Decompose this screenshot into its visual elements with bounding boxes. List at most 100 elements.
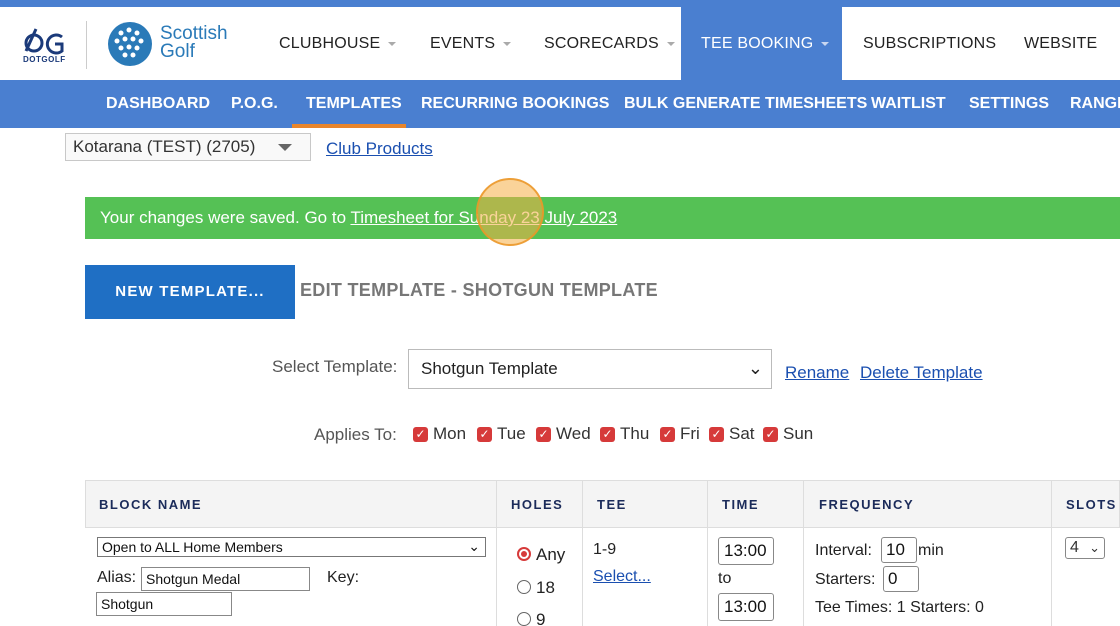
blocks-table: BLOCK NAME HOLES TEE TIME FREQUENCY SLOT…: [85, 480, 1120, 626]
holes-radio-any[interactable]: Any: [517, 545, 565, 565]
sub-navigation: DASHBOARD P.O.G. TEMPLATES RECURRING BOO…: [0, 80, 1120, 128]
new-template-button[interactable]: NEW TEMPLATE...: [85, 265, 295, 319]
key-label: Key:: [327, 569, 360, 586]
subnav-dashboard[interactable]: DASHBOARD: [106, 80, 210, 128]
subnav-settings[interactable]: SETTINGS: [969, 80, 1049, 128]
radio-label: 9: [536, 610, 546, 626]
day-label: Thu: [620, 424, 650, 443]
nav-label: SCORECARDS: [544, 35, 659, 52]
top-accent-strip: [0, 0, 1120, 7]
rename-link[interactable]: Rename: [785, 363, 849, 383]
interval-unit: min: [918, 542, 944, 559]
page-title: EDIT TEMPLATE - SHOTGUN TEMPLATE: [300, 280, 658, 300]
checkmark-icon: ✓: [536, 427, 551, 442]
column-divider: [1051, 480, 1052, 626]
template-select-value: Shotgun Template: [421, 359, 558, 378]
day-checkbox-mon[interactable]: ✓ Mon: [413, 424, 466, 444]
header-slots: SLOTS: [1066, 497, 1117, 512]
checkmark-icon: ✓: [600, 427, 615, 442]
day-checkbox-fri[interactable]: ✓ Fri: [660, 424, 700, 444]
chevron-down-icon: [278, 144, 292, 151]
column-divider: [707, 480, 708, 626]
header-holes: HOLES: [511, 497, 564, 512]
time-from-input[interactable]: 13:00: [718, 537, 774, 565]
day-label: Mon: [433, 424, 467, 443]
tee-select-link[interactable]: Select...: [593, 568, 651, 586]
starters-input[interactable]: 0: [883, 566, 919, 592]
delete-template-link[interactable]: Delete Template: [860, 363, 983, 383]
slots-select[interactable]: 4 ⌄: [1065, 537, 1105, 559]
subnav-templates[interactable]: TEMPLATES: [306, 80, 402, 128]
block-name-select[interactable]: Open to ALL Home Members ⌄: [97, 537, 486, 557]
day-label: Tue: [497, 424, 526, 443]
subnav-bulk-generate-timesheets[interactable]: BULK GENERATE TIMESHEETS: [624, 80, 867, 128]
club-select[interactable]: Kotarana (TEST) (2705): [65, 133, 311, 161]
header-block-name: BLOCK NAME: [99, 497, 203, 512]
day-label: Sun: [783, 424, 814, 443]
success-alert: Your changes were saved. Go to Timesheet…: [85, 197, 1120, 239]
day-checkbox-sat[interactable]: ✓ Sat: [709, 424, 755, 444]
chevron-down-icon: ⌄: [468, 538, 480, 554]
chevron-down-icon: ⌄: [747, 358, 763, 378]
day-checkbox-sun[interactable]: ✓ Sun: [763, 424, 813, 444]
key-input[interactable]: Shotgun: [96, 592, 232, 616]
column-divider: [803, 480, 804, 626]
template-select[interactable]: Shotgun Template ⌄: [408, 349, 772, 389]
chevron-down-icon: [388, 41, 397, 46]
header: DOTGOLF Scottish Golf CLUBHOUSE EVENTS S…: [0, 7, 1120, 80]
day-checkbox-tue[interactable]: ✓ Tue: [477, 424, 526, 444]
alias-input[interactable]: Shotgun Medal: [141, 567, 310, 591]
club-products-link[interactable]: Club Products: [326, 139, 433, 159]
nav-tee-booking[interactable]: TEE BOOKING: [681, 7, 842, 80]
nav-label: SUBSCRIPTIONS: [863, 35, 997, 52]
nav-label: EVENTS: [430, 35, 496, 52]
slots-value: 4: [1070, 539, 1079, 556]
active-tab-underline: [292, 124, 406, 128]
alert-message: Your changes were saved. Go to: [100, 208, 351, 227]
nav-label: WEBSITE: [1024, 35, 1098, 52]
nav-label: CLUBHOUSE: [279, 35, 381, 52]
day-checkbox-thu[interactable]: ✓ Thu: [600, 424, 649, 444]
day-label: Fri: [680, 424, 700, 443]
interval-label: Interval:: [815, 542, 872, 559]
checkmark-icon: ✓: [660, 427, 675, 442]
nav-events[interactable]: EVENTS: [430, 7, 512, 80]
subnav-recurring-bookings[interactable]: RECURRING BOOKINGS: [421, 80, 609, 128]
chevron-down-icon: [821, 41, 830, 46]
starters-label: Starters:: [815, 571, 876, 588]
chevron-down-icon: [666, 41, 675, 46]
time-to-label: to: [718, 570, 732, 587]
scottish-golf-line2: Golf: [160, 41, 195, 62]
checkmark-icon: ✓: [709, 427, 724, 442]
golf-ball-icon: [108, 22, 152, 66]
holes-radio-18[interactable]: 18: [517, 578, 555, 598]
click-indicator: [476, 178, 544, 246]
chevron-down-icon: ⌄: [1089, 540, 1100, 555]
day-label: Wed: [556, 424, 591, 443]
subnav-range[interactable]: RANGE: [1070, 80, 1120, 128]
radio-label: Any: [536, 545, 566, 564]
club-select-value: Kotarana (TEST) (2705): [73, 137, 256, 156]
applies-to-label: Applies To:: [314, 425, 397, 444]
subnav-pog[interactable]: P.O.G.: [231, 80, 278, 128]
checkmark-icon: ✓: [477, 427, 492, 442]
tee-times-summary: Tee Times: 1 Starters: 0: [815, 599, 984, 616]
nav-scorecards[interactable]: SCORECARDS: [544, 7, 675, 80]
subnav-waitlist[interactable]: WAITLIST: [871, 80, 946, 128]
dotgolf-wordmark: DOTGOLF: [23, 55, 66, 64]
column-divider: [496, 480, 497, 626]
day-checkbox-wed[interactable]: ✓ Wed: [536, 424, 591, 444]
nav-website[interactable]: WEBSITE: [1024, 7, 1097, 80]
dotgolf-logo[interactable]: DOTGOLF: [18, 21, 70, 67]
scottish-golf-logo[interactable]: Scottish Golf: [105, 19, 245, 69]
day-label: Sat: [729, 424, 755, 443]
interval-input[interactable]: 10: [881, 537, 917, 563]
nav-subscriptions[interactable]: SUBSCRIPTIONS: [863, 7, 996, 80]
time-to-input[interactable]: 13:00: [718, 593, 774, 621]
block-name-value: Open to ALL Home Members: [102, 539, 283, 555]
holes-radio-9[interactable]: 9: [517, 610, 545, 626]
radio-icon: [517, 612, 531, 626]
checkmark-icon: ✓: [763, 427, 778, 442]
select-template-label: Select Template:: [272, 357, 398, 376]
nav-clubhouse[interactable]: CLUBHOUSE: [279, 7, 397, 80]
